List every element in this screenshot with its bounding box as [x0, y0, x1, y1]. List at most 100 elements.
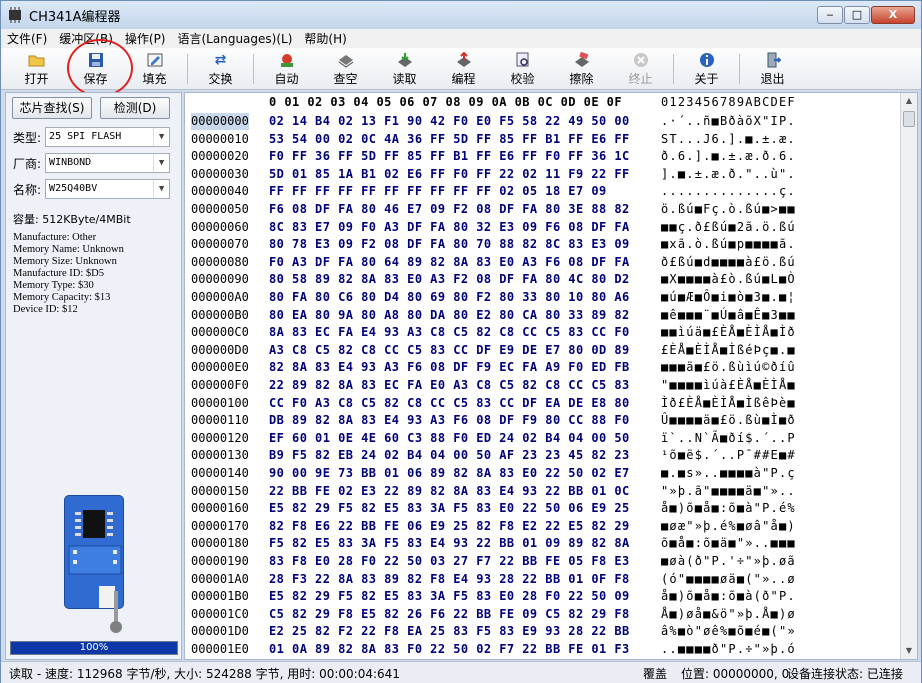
row-bytes[interactable]: 83 F8 E0 28 F0 22 50 03 27 F7 22 BB FE 0… — [269, 553, 630, 570]
row-ascii[interactable]: .·´..ñ■BðàõX"IP. — [661, 113, 796, 130]
row-bytes[interactable]: 53 54 00 02 0C 4A 36 FF 5D FF 85 FF B1 F… — [269, 131, 630, 148]
row-ascii[interactable]: ■■ç.ð£ßú■2ã.ö.ßú — [661, 219, 796, 236]
hex-row[interactable]: 00000100 CC F0 A3 C8 C5 82 C8 CC C5 83 CC… — [185, 395, 901, 413]
hex-row[interactable]: 000001A0 28 F3 22 8A 83 89 82 F8 E4 93 28… — [185, 571, 901, 589]
row-bytes[interactable]: 28 F3 22 8A 83 89 82 F8 E4 93 28 22 BB 0… — [269, 571, 630, 588]
row-bytes[interactable]: FF FF FF FF FF FF FF FF FF FF 02 05 18 E… — [269, 183, 607, 200]
hex-row[interactable]: 00000090 80 58 89 82 8A 83 E0 A3 F2 08 DF… — [185, 271, 901, 289]
row-bytes[interactable]: 82 8A 83 E4 93 A3 F6 08 DF F9 EC FA A9 F… — [269, 359, 630, 376]
scroll-up-icon[interactable]: ▲ — [901, 93, 917, 109]
hex-row[interactable]: 00000080 F0 A3 DF FA 80 64 89 82 8A 83 E0… — [185, 254, 901, 272]
scroll-thumb[interactable] — [903, 111, 915, 127]
row-ascii[interactable]: "»þ.ã"■■■■ä■"».. — [661, 483, 796, 500]
hex-row[interactable]: 00000030 5D 01 85 1A B1 02 E6 FF F0 FF 22… — [185, 166, 901, 184]
hex-row[interactable]: 00000000 02 14 B4 02 13 F1 90 42 F0 E0 F5… — [185, 113, 901, 131]
row-bytes[interactable]: F5 82 E5 83 3A F5 83 E4 93 22 BB 01 09 8… — [269, 535, 630, 552]
row-ascii[interactable]: £ÈÅ■ÈÌÅ■ÌßéÞç■.■ — [661, 342, 796, 359]
menu-language[interactable]: 语言(Languages)(L) — [172, 30, 299, 47]
row-ascii[interactable]: ¹õ■ë$.´..P¯##E■# — [661, 447, 796, 464]
auto-button[interactable]: 自动 — [257, 48, 316, 90]
row-ascii[interactable]: å■)õ■å■:õ■à(ð"P. — [661, 588, 796, 605]
row-bytes[interactable]: 22 BB FE 02 E3 22 89 82 8A 83 E4 93 22 B… — [269, 483, 630, 500]
row-ascii[interactable]: ■xã.ò.ßú■p■■■■ã. — [661, 236, 796, 253]
row-ascii[interactable]: ST...J6.].■.±.æ. — [661, 131, 796, 148]
hex-row[interactable]: 000000B0 80 EA 80 9A 80 A8 80 DA 80 E2 80… — [185, 307, 901, 325]
hex-row[interactable]: 00000150 22 BB FE 02 E3 22 89 82 8A 83 E4… — [185, 483, 901, 501]
row-ascii[interactable]: ■ê■■■¨■Ú■â■Ê■3■■ — [661, 307, 796, 324]
vertical-scrollbar[interactable]: ▲ ▼ — [900, 93, 917, 659]
hex-row[interactable]: 00000070 80 78 E3 09 F2 08 DF FA 80 70 88… — [185, 236, 901, 254]
hex-row[interactable]: 00000060 8C 83 E7 09 F0 A3 DF FA 80 32 E3… — [185, 219, 901, 237]
row-bytes[interactable]: 8A 83 EC FA E4 93 A3 C8 C5 82 C8 CC C5 8… — [269, 324, 630, 341]
row-bytes[interactable]: E5 82 29 F5 82 E5 83 3A F5 83 E0 28 F0 2… — [269, 588, 630, 605]
row-bytes[interactable]: E5 82 29 F5 82 E5 83 3A F5 83 E0 22 50 0… — [269, 500, 630, 517]
row-bytes[interactable]: 02 14 B4 02 13 F1 90 42 F0 E0 F5 58 22 4… — [269, 113, 630, 130]
row-ascii[interactable]: ■ú■Æ■Ô■i■ò■3■.■¦ — [661, 289, 796, 306]
hex-editor[interactable]: 0 01 02 03 04 05 06 07 08 09 0A 0B 0C 0D… — [184, 92, 918, 660]
hex-row[interactable]: 00000130 B9 F5 82 EB 24 02 B4 04 00 50 AF… — [185, 447, 901, 465]
maximize-button[interactable]: □ — [844, 6, 870, 24]
about-button[interactable]: 关于 — [677, 48, 736, 90]
row-ascii[interactable]: ..■■■■ð"P.÷"»þ.ó — [661, 641, 796, 658]
row-bytes[interactable]: 90 00 9E 73 BB 01 06 89 82 8A 83 E0 22 5… — [269, 465, 630, 482]
row-bytes[interactable]: F0 A3 DF FA 80 64 89 82 8A 83 E0 A3 F6 0… — [269, 254, 630, 271]
menu-operate[interactable]: 操作(P) — [119, 30, 172, 47]
blank-check-button[interactable]: 查空 — [316, 48, 375, 90]
row-bytes[interactable]: 22 89 82 8A 83 EC FA E0 A3 C8 C5 82 C8 C… — [269, 377, 630, 394]
row-ascii[interactable]: ð£ßú■d■■■■à£ö.ßú — [661, 254, 796, 271]
row-ascii[interactable]: "■■■■ìúà£ÈÅ■ÈÌÅ■ — [661, 377, 796, 394]
hex-row[interactable]: 00000110 DB 89 82 8A 83 E4 93 A3 F6 08 DF… — [185, 412, 901, 430]
scroll-down-icon[interactable]: ▼ — [901, 643, 917, 659]
row-ascii[interactable]: ö.ßú■Fç.ò.ßú■>■■ — [661, 201, 796, 218]
row-bytes[interactable]: 01 0A 89 82 8A 83 F0 22 50 02 F7 22 BB F… — [269, 641, 630, 658]
close-button[interactable]: X — [871, 6, 915, 24]
row-ascii[interactable]: ï`..N`Ã■ðí$.´..P — [661, 430, 796, 447]
hex-row[interactable]: 00000140 90 00 9E 73 BB 01 06 89 82 8A 83… — [185, 465, 901, 483]
row-bytes[interactable]: 8C 83 E7 09 F0 A3 DF FA 80 32 E3 09 F6 0… — [269, 219, 630, 236]
hex-row[interactable]: 000000E0 82 8A 83 E4 93 A3 F6 08 DF F9 EC… — [185, 359, 901, 377]
hex-row[interactable]: 000001D0 E2 25 82 F2 22 F8 EA 25 83 F5 83… — [185, 623, 901, 641]
open-button[interactable]: 打开 — [7, 48, 66, 90]
row-bytes[interactable]: F0 FF 36 FF 5D FF 85 FF B1 FF E6 FF F0 F… — [269, 148, 630, 165]
row-bytes[interactable]: 80 EA 80 9A 80 A8 80 DA 80 E2 80 CA 80 3… — [269, 307, 630, 324]
hex-row[interactable]: 00000010 53 54 00 02 0C 4A 36 FF 5D FF 85… — [185, 131, 901, 149]
row-bytes[interactable]: CC F0 A3 C8 C5 82 C8 CC C5 83 CC DF EA D… — [269, 395, 630, 412]
verify-button[interactable]: 校验 — [493, 48, 552, 90]
hex-row[interactable]: 000000A0 80 FA 80 C6 80 D4 80 69 80 F2 80… — [185, 289, 901, 307]
hex-row[interactable]: 000000D0 A3 C8 C5 82 C8 CC C5 83 CC DF E9… — [185, 342, 901, 360]
hex-row[interactable]: 00000170 82 F8 E6 22 BB FE 06 E9 25 82 F8… — [185, 518, 901, 536]
menu-help[interactable]: 帮助(H) — [298, 30, 352, 47]
row-bytes[interactable]: DB 89 82 8A 83 E4 93 A3 F6 08 DF F9 80 C… — [269, 412, 630, 429]
row-ascii[interactable]: Å■)øå■&ö"»þ.Å■)ø — [661, 606, 796, 623]
row-bytes[interactable]: B9 F5 82 EB 24 02 B4 04 00 50 AF 23 23 4… — [269, 447, 630, 464]
fill-button[interactable]: 填充 — [125, 48, 184, 90]
hex-row[interactable]: 00000180 F5 82 E5 83 3A F5 83 E4 93 22 BB… — [185, 535, 901, 553]
erase-button[interactable]: 擦除 — [552, 48, 611, 90]
row-bytes[interactable]: EF 60 01 0E 4E 60 C3 88 F0 ED 24 02 B4 0… — [269, 430, 630, 447]
detect-button[interactable]: 检测(D) — [100, 97, 170, 119]
hex-row[interactable]: 000000C0 8A 83 EC FA E4 93 A3 C8 C5 82 C8… — [185, 324, 901, 342]
type-select[interactable]: 25 SPI FLASH ▼ — [45, 127, 171, 147]
row-bytes[interactable]: 82 F8 E6 22 BB FE 06 E9 25 82 F8 E2 22 E… — [269, 518, 630, 535]
row-ascii[interactable]: ð.6.].■.±.æ.ð.6. — [661, 148, 796, 165]
row-ascii[interactable]: õ■å■:õ■ä■"»..■■■ — [661, 535, 796, 552]
row-bytes[interactable]: F6 08 DF FA 80 46 E7 09 F2 08 DF FA 80 3… — [269, 201, 630, 218]
chip-find-button[interactable]: 芯片查找(S) — [12, 97, 92, 119]
hex-row[interactable]: 00000120 EF 60 01 0E 4E 60 C3 88 F0 ED 24… — [185, 430, 901, 448]
row-ascii[interactable]: ■■■ä■£ö.ßùìú©ðíû — [661, 359, 796, 376]
row-ascii[interactable]: (ó"■■■■øä■("»..ø — [661, 571, 796, 588]
row-ascii[interactable]: ].■.±.æ.ð."..ù". — [661, 166, 796, 183]
hex-row[interactable]: 000001C0 C5 82 29 F8 E5 82 26 F6 22 BB FE… — [185, 606, 901, 624]
stop-button[interactable]: 终止 — [611, 48, 670, 90]
name-select[interactable]: W25Q40BV ▼ — [45, 179, 171, 199]
exit-button[interactable]: 退出 — [743, 48, 802, 90]
hex-row[interactable]: 000001B0 E5 82 29 F5 82 E5 83 3A F5 83 E0… — [185, 588, 901, 606]
menu-file[interactable]: 文件(F) — [1, 30, 53, 47]
hex-row[interactable]: 000000F0 22 89 82 8A 83 EC FA E0 A3 C8 C5… — [185, 377, 901, 395]
row-ascii[interactable]: ■øà(ð"P.'÷"»þ.øã — [661, 553, 796, 570]
hex-row[interactable]: 00000020 F0 FF 36 FF 5D FF 85 FF B1 FF E6… — [185, 148, 901, 166]
hex-row[interactable]: 00000190 83 F8 E0 28 F0 22 50 03 27 F7 22… — [185, 553, 901, 571]
program-button[interactable]: 编程 — [434, 48, 493, 90]
row-ascii[interactable]: â%■ò"øê%■õ■é■("» — [661, 623, 796, 640]
row-bytes[interactable]: E2 25 82 F2 22 F8 EA 25 83 F5 83 E9 93 2… — [269, 623, 630, 640]
